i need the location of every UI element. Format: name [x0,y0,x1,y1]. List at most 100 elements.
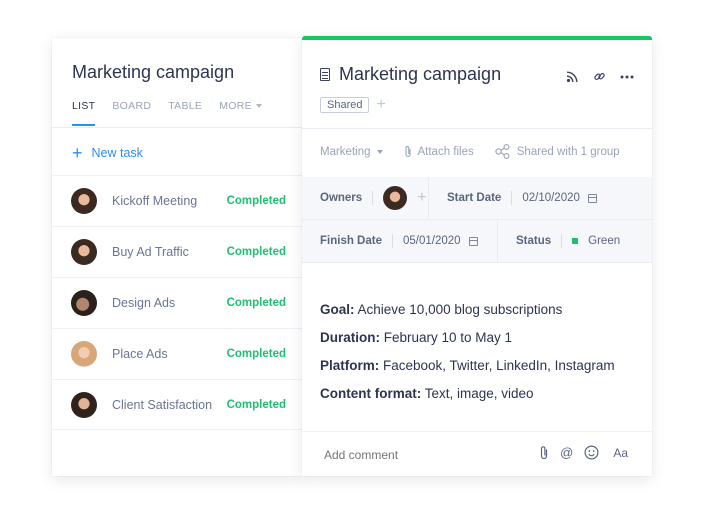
text-format-button[interactable]: Aa [613,446,628,460]
field-row: Finish Date 05/01/2020 Status Green [302,220,652,263]
header-actions [566,70,634,83]
link-icon[interactable] [593,70,606,83]
avatar [71,188,97,214]
tab-list[interactable]: LIST [72,100,96,126]
description-line: Platform: Facebook, Twitter, LinkedIn, I… [320,352,615,380]
status-badge: Completed [226,195,286,207]
custom-fields: Owners + Start Date 02/10/2020 Finish Da… [302,177,652,263]
task-row[interactable]: Design Ads Completed [52,277,302,328]
owner-avatar[interactable] [383,186,408,210]
description-label: Goal: [320,302,355,317]
task-row[interactable]: Kickoff Meeting Completed [52,175,302,226]
rss-icon[interactable] [566,70,579,83]
folder-dropdown[interactable]: Marketing [320,146,383,158]
task-list-panel: Marketing campaign LIST BOARD TABLE MORE… [52,38,302,476]
task-name: Buy Ad Traffic [112,245,189,259]
tab-more[interactable]: MORE [219,100,262,126]
status-badge: Completed [226,297,286,309]
detail-header: Marketing campaign [320,64,501,85]
status-field[interactable]: Status Green [497,220,652,262]
avatar [71,341,97,367]
description-text: February 10 to May 1 [380,330,513,345]
calendar-icon [468,236,478,246]
description-line: Duration: February 10 to May 1 [320,324,615,352]
field-label: Status [516,235,552,247]
field-row: Owners + Start Date 02/10/2020 [302,177,652,220]
paperclip-icon[interactable] [539,445,549,460]
comment-input[interactable] [324,448,504,462]
task-detail-panel: Marketing campaign Shared + Marketing At… [302,36,652,476]
separator [511,191,513,205]
tags-row: Shared + [320,96,386,114]
description-text: Text, image, video [421,386,534,401]
task-name: Place Ads [112,347,168,361]
task-row[interactable]: Place Ads Completed [52,328,302,379]
new-task-label: New task [91,146,143,160]
task-list: Kickoff Meeting Completed Buy Ad Traffic… [52,175,302,430]
avatar [71,239,97,265]
view-tabs: LIST BOARD TABLE MORE [72,100,279,126]
description-line: Content format: Text, image, video [320,380,615,408]
task-description[interactable]: Goal: Achieve 10,000 blog subscriptions … [320,296,615,408]
tab-label: LIST [72,100,96,112]
description-label: Content format: [320,386,422,401]
divider [302,431,652,432]
owners-field: Owners + [302,177,428,219]
status-badge: Completed [226,398,286,411]
avatar [71,290,97,316]
field-label: Finish Date [320,235,382,247]
divider [302,128,652,129]
tab-label: MORE [219,100,252,112]
caret-down-icon [255,104,262,109]
tab-label: BOARD [112,100,152,112]
status-color-icon [572,238,579,244]
task-name: Kickoff Meeting [112,194,198,208]
separator [372,191,374,205]
tab-table[interactable]: TABLE [168,100,202,126]
status-value: Green [588,235,621,247]
field-label: Start Date [447,192,502,204]
field-label: Owners [320,192,363,204]
finish-date-value: 05/01/2020 [402,235,461,247]
new-task-button[interactable]: + New task [72,144,143,162]
separator [561,234,563,248]
shared-with-button[interactable]: Shared with 1 group [495,144,620,159]
description-label: Duration: [320,330,380,345]
start-date-value: 02/10/2020 [522,192,580,204]
document-icon [320,68,330,81]
description-text: Facebook, Twitter, LinkedIn, Instagram [379,358,615,373]
avatar [71,391,97,418]
description-text: Achieve 10,000 blog subscriptions [354,302,563,317]
task-row[interactable]: Client Satisfaction Completed [52,379,302,430]
shared-tag[interactable]: Shared [320,97,370,113]
add-owner-icon[interactable]: + [417,189,426,207]
add-tag-icon[interactable]: + [376,96,385,114]
comment-toolbar: @ Aa [539,445,628,460]
task-name: Design Ads [112,296,176,310]
description-label: Platform: [320,358,380,373]
status-badge: Completed [226,246,286,258]
share-icon [495,144,510,159]
caret-down-icon [376,149,383,154]
attach-label: Attach files [417,145,474,158]
description-line: Goal: Achieve 10,000 blog subscriptions [320,296,615,324]
task-row[interactable]: Buy Ad Traffic Completed [52,226,302,277]
tab-label: TABLE [168,100,203,112]
attach-files-button[interactable]: Attach files [404,145,474,158]
mention-icon[interactable]: @ [560,445,573,460]
folder-label: Marketing [320,145,371,158]
status-badge: Completed [226,348,286,360]
separator [391,234,393,248]
divider [52,127,302,128]
task-name: Client Satisfaction [112,397,213,412]
shared-with-label: Shared with 1 group [516,145,620,158]
meta-row: Marketing Attach files Shared with 1 gro… [320,144,641,159]
paperclip-icon [404,146,411,158]
detail-title[interactable]: Marketing campaign [339,64,501,85]
tab-board[interactable]: BOARD [112,100,151,126]
emoji-icon[interactable] [584,445,599,460]
plus-icon: + [72,143,83,163]
more-icon[interactable] [620,75,634,79]
start-date-field[interactable]: Start Date 02/10/2020 [428,177,652,219]
finish-date-field[interactable]: Finish Date 05/01/2020 [302,220,497,262]
